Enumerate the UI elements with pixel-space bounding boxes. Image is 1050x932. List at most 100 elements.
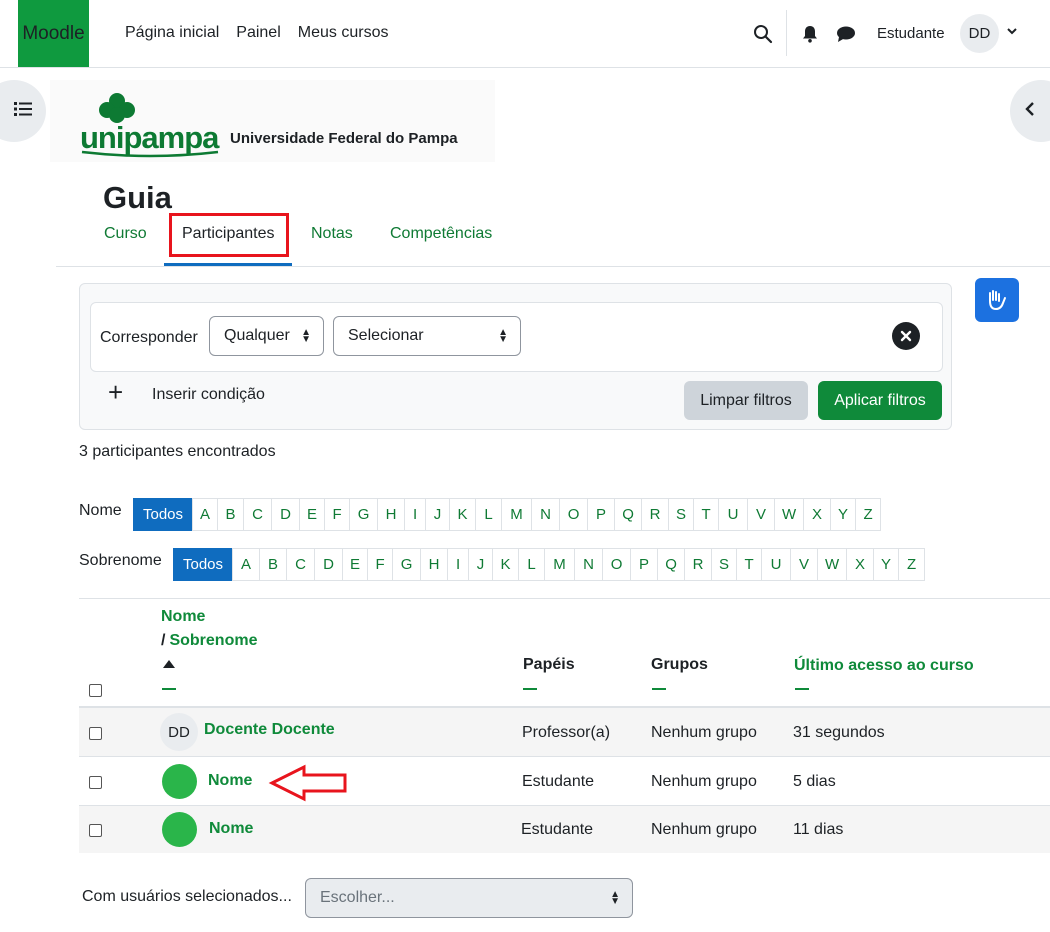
- last-initial-r[interactable]: R: [684, 548, 713, 581]
- sort-last-access-link[interactable]: Último acesso ao curso: [794, 657, 974, 675]
- site-brand[interactable]: Moodle: [18, 0, 89, 67]
- chevron-down-icon[interactable]: [1006, 24, 1018, 40]
- participant-name-link[interactable]: Docente Docente: [204, 721, 335, 739]
- first-initial-w[interactable]: W: [774, 498, 805, 531]
- first-initial-g[interactable]: G: [349, 498, 379, 531]
- last-initial-z[interactable]: Z: [898, 548, 926, 581]
- first-initial-d[interactable]: D: [271, 498, 301, 531]
- filter-type-select[interactable]: Selecionar ▲ ▼: [333, 316, 521, 356]
- first-initial-i[interactable]: I: [404, 498, 427, 531]
- apply-filters-button[interactable]: Aplicar filtros: [818, 381, 942, 420]
- clear-filters-button[interactable]: Limpar filtros: [684, 381, 808, 420]
- first-initial-p[interactable]: P: [587, 498, 616, 531]
- first-initial-j[interactable]: J: [425, 498, 451, 531]
- first-initial-all[interactable]: Todos: [133, 498, 194, 531]
- last-initial-d[interactable]: D: [314, 548, 344, 581]
- last-access-hide-toggle[interactable]: [795, 688, 809, 690]
- first-initial-m[interactable]: M: [501, 498, 533, 531]
- match-select[interactable]: Qualquer ▲ ▼: [209, 316, 324, 356]
- last-initial-n[interactable]: N: [574, 548, 604, 581]
- row-checkbox[interactable]: [89, 776, 102, 789]
- last-initial-x[interactable]: X: [846, 548, 875, 581]
- first-initial-h[interactable]: H: [377, 498, 406, 531]
- last-initial-m[interactable]: M: [544, 548, 576, 581]
- row-checkbox[interactable]: [89, 824, 102, 837]
- first-initial-r[interactable]: R: [641, 498, 670, 531]
- participant-name-link[interactable]: Nome: [209, 820, 253, 838]
- first-initial-n[interactable]: N: [531, 498, 561, 531]
- last-initial-g[interactable]: G: [392, 548, 422, 581]
- first-initial-q[interactable]: Q: [614, 498, 643, 531]
- participant-name-link[interactable]: Nome: [208, 772, 252, 790]
- last-initial-t[interactable]: T: [736, 548, 763, 581]
- first-initial-c[interactable]: C: [243, 498, 273, 531]
- first-initial-v[interactable]: V: [747, 498, 776, 531]
- first-initial-t[interactable]: T: [693, 498, 720, 531]
- last-initial-w[interactable]: W: [817, 548, 848, 581]
- last-initial-i[interactable]: I: [447, 548, 470, 581]
- sort-last-name-link[interactable]: Sobrenome: [169, 632, 257, 649]
- nav-home-link[interactable]: Página inicial: [125, 24, 219, 42]
- first-initial-o[interactable]: O: [559, 498, 589, 531]
- header-roles: Papéis: [523, 656, 575, 673]
- participant-last-access: 11 dias: [793, 821, 844, 838]
- first-initial-s[interactable]: S: [668, 498, 695, 531]
- last-initial-b[interactable]: B: [259, 548, 288, 581]
- plus-icon: +: [108, 377, 124, 407]
- last-initial-l[interactable]: L: [518, 548, 546, 581]
- last-initial-j[interactable]: J: [468, 548, 494, 581]
- last-name-initials-bar: Todos ABCDEFGHIJKLMNOPQRSTUVWXYZ: [173, 548, 926, 581]
- tab-course[interactable]: Curso: [104, 225, 147, 243]
- last-initial-u[interactable]: U: [761, 548, 792, 581]
- sort-first-name-link[interactable]: Nome: [161, 608, 205, 626]
- last-initial-f[interactable]: F: [367, 548, 394, 581]
- list-icon: [14, 101, 32, 122]
- last-initial-o[interactable]: O: [602, 548, 632, 581]
- last-initial-h[interactable]: H: [420, 548, 449, 581]
- last-initial-e[interactable]: E: [342, 548, 369, 581]
- first-initial-a[interactable]: A: [192, 498, 219, 531]
- nav-my-courses-link[interactable]: Meus cursos: [298, 24, 389, 42]
- nav-dashboard-link[interactable]: Painel: [236, 24, 280, 42]
- last-initial-q[interactable]: Q: [657, 548, 686, 581]
- first-initial-b[interactable]: B: [217, 498, 245, 531]
- last-initial-c[interactable]: C: [286, 548, 316, 581]
- first-initial-k[interactable]: K: [449, 498, 477, 531]
- last-initial-s[interactable]: S: [711, 548, 738, 581]
- user-name[interactable]: Estudante: [877, 25, 945, 42]
- last-initial-k[interactable]: K: [492, 548, 520, 581]
- last-initial-all[interactable]: Todos: [173, 548, 234, 581]
- search-icon[interactable]: [752, 23, 774, 45]
- row-checkbox[interactable]: [89, 727, 102, 740]
- bell-icon[interactable]: [801, 24, 819, 44]
- bulk-action-select[interactable]: Escolher... ▲ ▼: [305, 878, 633, 918]
- first-initial-z[interactable]: Z: [855, 498, 882, 531]
- course-index-toggle[interactable]: [0, 80, 46, 142]
- remove-filter-row-button[interactable]: [892, 322, 920, 350]
- groups-hide-toggle[interactable]: [652, 688, 666, 690]
- sign-language-accessibility-button[interactable]: [975, 278, 1019, 322]
- select-caret-icon: ▲ ▼: [498, 327, 508, 345]
- select-all-checkbox[interactable]: [89, 684, 102, 697]
- annotation-arrow-icon: [268, 764, 347, 802]
- user-avatar[interactable]: DD: [960, 14, 999, 53]
- chat-icon[interactable]: [835, 24, 857, 44]
- roles-hide-toggle[interactable]: [523, 688, 537, 690]
- name-hide-toggle[interactable]: [162, 688, 176, 690]
- tab-grades[interactable]: Notas: [311, 225, 353, 243]
- first-initial-f[interactable]: F: [324, 498, 351, 531]
- last-initial-v[interactable]: V: [790, 548, 819, 581]
- last-initial-y[interactable]: Y: [873, 548, 900, 581]
- first-initial-l[interactable]: L: [475, 498, 503, 531]
- last-initial-p[interactable]: P: [630, 548, 659, 581]
- first-initial-x[interactable]: X: [803, 498, 832, 531]
- first-initial-u[interactable]: U: [718, 498, 749, 531]
- last-initial-a[interactable]: A: [232, 548, 261, 581]
- top-navbar: Moodle Página inicial Painel Meus cursos…: [0, 0, 1050, 68]
- tab-competencies[interactable]: Competências: [390, 225, 492, 243]
- first-initial-y[interactable]: Y: [830, 498, 857, 531]
- block-drawer-toggle[interactable]: [1010, 80, 1050, 142]
- avatar: DD: [160, 713, 198, 751]
- participant-role: Estudante: [522, 773, 595, 790]
- first-initial-e[interactable]: E: [299, 498, 326, 531]
